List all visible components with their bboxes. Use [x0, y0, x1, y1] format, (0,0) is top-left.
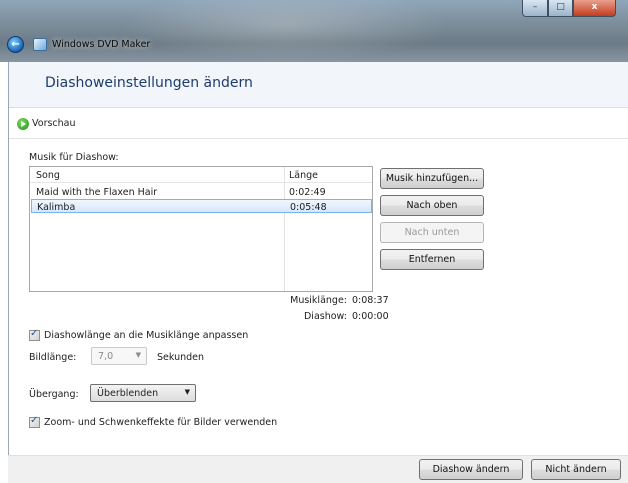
- maximize-button[interactable]: □: [548, 0, 573, 17]
- music-length-label: Musiklänge:: [290, 295, 347, 306]
- remove-button[interactable]: Entfernen: [380, 249, 484, 270]
- music-list[interactable]: Song Länge Maid with the Flaxen Hair 0:0…: [29, 166, 373, 292]
- image-length-unit: Sekunden: [157, 352, 205, 363]
- dvd-maker-app-icon: [33, 38, 47, 51]
- song-title: Maid with the Flaxen Hair: [36, 187, 158, 198]
- checkmark-icon: ✓: [30, 328, 39, 339]
- cancel-button[interactable]: Nicht ändern: [531, 459, 621, 480]
- window-controls: – □ x: [522, 0, 616, 18]
- header-band: Diashoweinstellungen ändern: [9, 62, 628, 108]
- move-up-button[interactable]: Nach oben: [380, 195, 484, 216]
- column-header-song[interactable]: Song: [36, 170, 60, 181]
- window-title: Windows DVD Maker: [52, 39, 151, 50]
- change-slideshow-button[interactable]: Diashow ändern: [419, 459, 523, 480]
- transition-value: Überblenden: [97, 388, 159, 399]
- image-length-label: Bildlänge:: [29, 352, 77, 363]
- checkmark-icon: ✓: [30, 415, 39, 426]
- list-item[interactable]: Maid with the Flaxen Hair 0:02:49: [31, 185, 372, 199]
- minimize-button[interactable]: –: [522, 0, 548, 17]
- music-section-label: Musik für Diashow:: [29, 152, 119, 163]
- chevron-down-icon: ▼: [184, 388, 190, 396]
- add-music-button[interactable]: Musik hinzufügen...: [380, 168, 484, 189]
- song-length: 0:02:49: [289, 187, 326, 198]
- music-length-value: 0:08:37: [352, 295, 389, 306]
- play-icon: [17, 118, 29, 130]
- toolbar: Vorschau: [9, 109, 628, 139]
- title-bar-glass: [120, 0, 450, 62]
- page-title: Diashoweinstellungen ändern: [45, 75, 253, 91]
- transition-dropdown[interactable]: Überblenden ▼: [90, 384, 196, 402]
- slideshow-length-value: 0:00:00: [352, 311, 389, 322]
- pan-zoom-checkbox[interactable]: ✓: [29, 415, 40, 428]
- back-arrow-icon[interactable]: ←: [7, 36, 24, 53]
- footer-bar: Diashow ändern Nicht ändern: [8, 455, 628, 483]
- move-down-button[interactable]: Nach unten: [380, 222, 484, 243]
- fit-to-music-checkbox[interactable]: ✓: [29, 328, 40, 341]
- title-bar: ← Windows DVD Maker – □ x: [0, 0, 628, 62]
- song-length: 0:05:48: [290, 202, 327, 213]
- image-length-value: 7,0: [98, 351, 114, 362]
- column-header-length[interactable]: Länge: [289, 170, 318, 181]
- fit-to-music-label[interactable]: Diashowlänge an die Musiklänge anpassen: [44, 330, 248, 341]
- close-button[interactable]: x: [573, 0, 616, 17]
- pan-zoom-label[interactable]: Zoom- und Schwenkeffekte für Bilder verw…: [44, 417, 277, 428]
- slideshow-length-label: Diashow:: [303, 311, 347, 322]
- list-header: Song Länge: [30, 167, 372, 183]
- song-title: Kalimba: [37, 202, 76, 213]
- list-item-selected[interactable]: Kalimba 0:05:48: [31, 199, 372, 213]
- preview-label: Vorschau: [32, 118, 76, 129]
- content-area: Diashoweinstellungen ändern Vorschau Mus…: [8, 62, 628, 455]
- chevron-down-icon: ▼: [135, 351, 141, 359]
- transition-label: Übergang:: [29, 389, 79, 400]
- image-length-combo[interactable]: 7,0 ▼: [91, 347, 147, 365]
